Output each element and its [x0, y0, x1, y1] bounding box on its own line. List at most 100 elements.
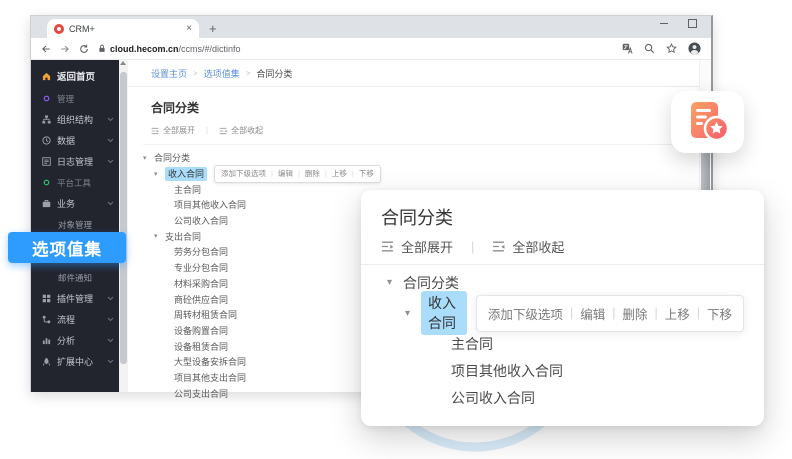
caret-down-icon[interactable]: ▾	[405, 308, 421, 319]
chevron-down-icon	[107, 138, 114, 143]
toolbar-action[interactable]: 添加下级选项	[488, 304, 563, 323]
tree-item-selected[interactable]: ▾收入合同添加下级选项|编辑|删除|上移|下移	[381, 296, 744, 330]
org-icon	[41, 115, 51, 124]
sidebar-item-label: 组织结构	[57, 113, 93, 126]
sidebar-item-label: 对象管理	[58, 219, 92, 231]
callout-option-value-set[interactable]: 选项值集	[8, 232, 126, 263]
caret-down-icon[interactable]: ▾	[154, 170, 165, 178]
tree-item-label: 商砼供应合同	[174, 293, 228, 306]
row-toolbar: 添加下级选项|编辑|删除|上移|下移	[214, 165, 381, 183]
toolbar-action[interactable]: 上移	[665, 304, 690, 323]
toolbar-action[interactable]: 下移	[707, 304, 732, 323]
sidebar-item-label: 日志管理	[57, 155, 93, 168]
sidebar-item-扩展中心[interactable]: 扩展中心	[31, 351, 119, 372]
toolbar-separator: |	[612, 306, 615, 320]
forward-icon[interactable]	[60, 44, 70, 54]
toolbar-action[interactable]: 删除	[622, 304, 647, 323]
tree-item-label: 收入合同	[421, 291, 467, 335]
collapse-all-icon	[492, 240, 505, 253]
bookmark-star-icon[interactable]	[666, 43, 677, 54]
toolbar-action[interactable]: 编辑	[278, 168, 293, 179]
sidebar-scrollbar[interactable]	[119, 60, 128, 392]
translate-icon[interactable]	[622, 43, 633, 54]
overlay-option-tree: ▾合同分类▾收入合同添加下级选项|编辑|删除|上移|下移主合同项目其他收入合同公…	[381, 269, 744, 411]
expand-all-button[interactable]: 全部展开	[163, 125, 195, 136]
sidebar-item-组织结构[interactable]: 组织结构	[31, 109, 119, 130]
tree-item-label: 劳务分包合同	[174, 245, 228, 258]
tree-item[interactable]: 项目其他收入合同	[381, 357, 744, 384]
sidebar-item-日志管理[interactable]: 日志管理	[31, 151, 119, 172]
zoom-icon[interactable]	[644, 43, 655, 54]
tree-item-label: 主合同	[174, 183, 201, 196]
toolbar-separator: |	[271, 169, 273, 178]
tree-item[interactable]: 公司收入合同	[381, 384, 744, 411]
crm-logo-icon	[54, 24, 64, 34]
sidebar-item-label: 扩展中心	[57, 355, 93, 368]
log-icon	[41, 157, 51, 166]
breadcrumb-item[interactable]: 设置主页	[151, 67, 187, 80]
magnified-panel: 合同分类 全部展开 | 全部收起 ▾合同分类▾收入合同添加下级选项|编辑|删除|…	[361, 190, 764, 426]
chevron-down-icon	[107, 117, 114, 122]
tree-item-label: 收入合同	[165, 167, 207, 181]
sidebar-nav: 返回首页管理组织结构数据日志管理平台工具业务对象管理选项值集邮件通知插件管理流程…	[31, 60, 119, 392]
maximize-button[interactable]	[688, 19, 697, 28]
sidebar-item-label: 平台工具	[57, 177, 91, 189]
expand-all-icon	[151, 127, 159, 135]
sidebar-item-平台工具[interactable]: 平台工具	[31, 172, 119, 193]
tree-item-label: 大型设备安拆合同	[174, 355, 246, 368]
sidebar-item-插件管理[interactable]: 插件管理	[31, 288, 119, 309]
toolbar-action[interactable]: 编辑	[580, 304, 605, 323]
toolbar-action[interactable]: 下移	[359, 168, 374, 179]
sidebar-item-邮件通知[interactable]: 邮件通知	[31, 267, 119, 288]
chevron-down-icon	[107, 296, 114, 301]
toolbar-separator: |	[697, 306, 700, 320]
chevron-down-icon	[107, 359, 114, 364]
expand-all-button[interactable]: 全部展开	[401, 237, 453, 256]
url-domain: cloud.hecom.cn	[110, 44, 179, 54]
sidebar-item-label: 邮件通知	[58, 272, 92, 284]
sidebar-item-数据[interactable]: 数据	[31, 130, 119, 151]
breadcrumb-item: 合同分类	[256, 67, 292, 80]
tree-item-label: 公司收入合同	[451, 388, 535, 408]
sidebar-scrollbar-thumb[interactable]	[120, 72, 127, 364]
sidebar-item-分析[interactable]: 分析	[31, 330, 119, 351]
tree-item-label: 合同分类	[403, 273, 459, 293]
tree-item-label: 合同分类	[154, 151, 190, 164]
sidebar-item-业务[interactable]: 业务	[31, 193, 119, 214]
tab-close-icon[interactable]: ×	[186, 24, 192, 34]
browser-tab[interactable]: CRM+ ×	[47, 19, 199, 38]
toolbar-action[interactable]: 删除	[305, 168, 320, 179]
new-tab-button[interactable]: +	[209, 22, 217, 35]
collapse-all-button[interactable]: 全部收起	[231, 125, 263, 136]
feature-icon-card	[671, 91, 744, 153]
toolbar-separator: |	[298, 169, 300, 178]
address-bar: cloud.hecom.cn/ccms/#/dictinfo	[31, 38, 711, 60]
url-path: /ccms/#/dictinfo	[179, 44, 241, 54]
caret-down-icon[interactable]: ▾	[387, 277, 403, 288]
toolbar-action[interactable]: 上移	[332, 168, 347, 179]
caret-down-icon[interactable]: ▾	[154, 232, 165, 240]
minimize-button[interactable]	[660, 23, 668, 24]
breadcrumb-separator: >	[193, 69, 198, 78]
sidebar-item-label: 管理	[57, 93, 74, 105]
sidebar-item-返回首页[interactable]: 返回首页	[31, 64, 119, 88]
sidebar-item-流程[interactable]: 流程	[31, 309, 119, 330]
sidebar-item-管理[interactable]: 管理	[31, 88, 119, 109]
toolbar-separator: |	[570, 306, 573, 320]
url-field[interactable]: cloud.hecom.cn/ccms/#/dictinfo	[98, 44, 613, 54]
caret-down-icon[interactable]: ▾	[143, 154, 154, 162]
chevron-down-icon	[107, 317, 114, 322]
collapse-all-button[interactable]: 全部收起	[512, 237, 564, 256]
tree-item-label: 支出合同	[165, 230, 201, 243]
tree-item[interactable]: ▾合同分类	[143, 150, 679, 166]
tree-item-label: 项目其他收入合同	[174, 198, 246, 211]
tree-item-selected[interactable]: ▾收入合同添加下级选项|编辑|删除|上移|下移	[143, 166, 679, 182]
scroll-up-icon[interactable]	[120, 61, 126, 65]
back-icon[interactable]	[41, 44, 51, 54]
toolbar-action[interactable]: 添加下级选项	[221, 168, 266, 179]
refresh-icon[interactable]	[79, 44, 89, 54]
overlay-title: 合同分类	[381, 204, 744, 226]
breadcrumb-item[interactable]: 选项值集	[204, 67, 240, 80]
profile-avatar[interactable]	[688, 42, 701, 55]
chevron-down-icon	[107, 159, 114, 164]
